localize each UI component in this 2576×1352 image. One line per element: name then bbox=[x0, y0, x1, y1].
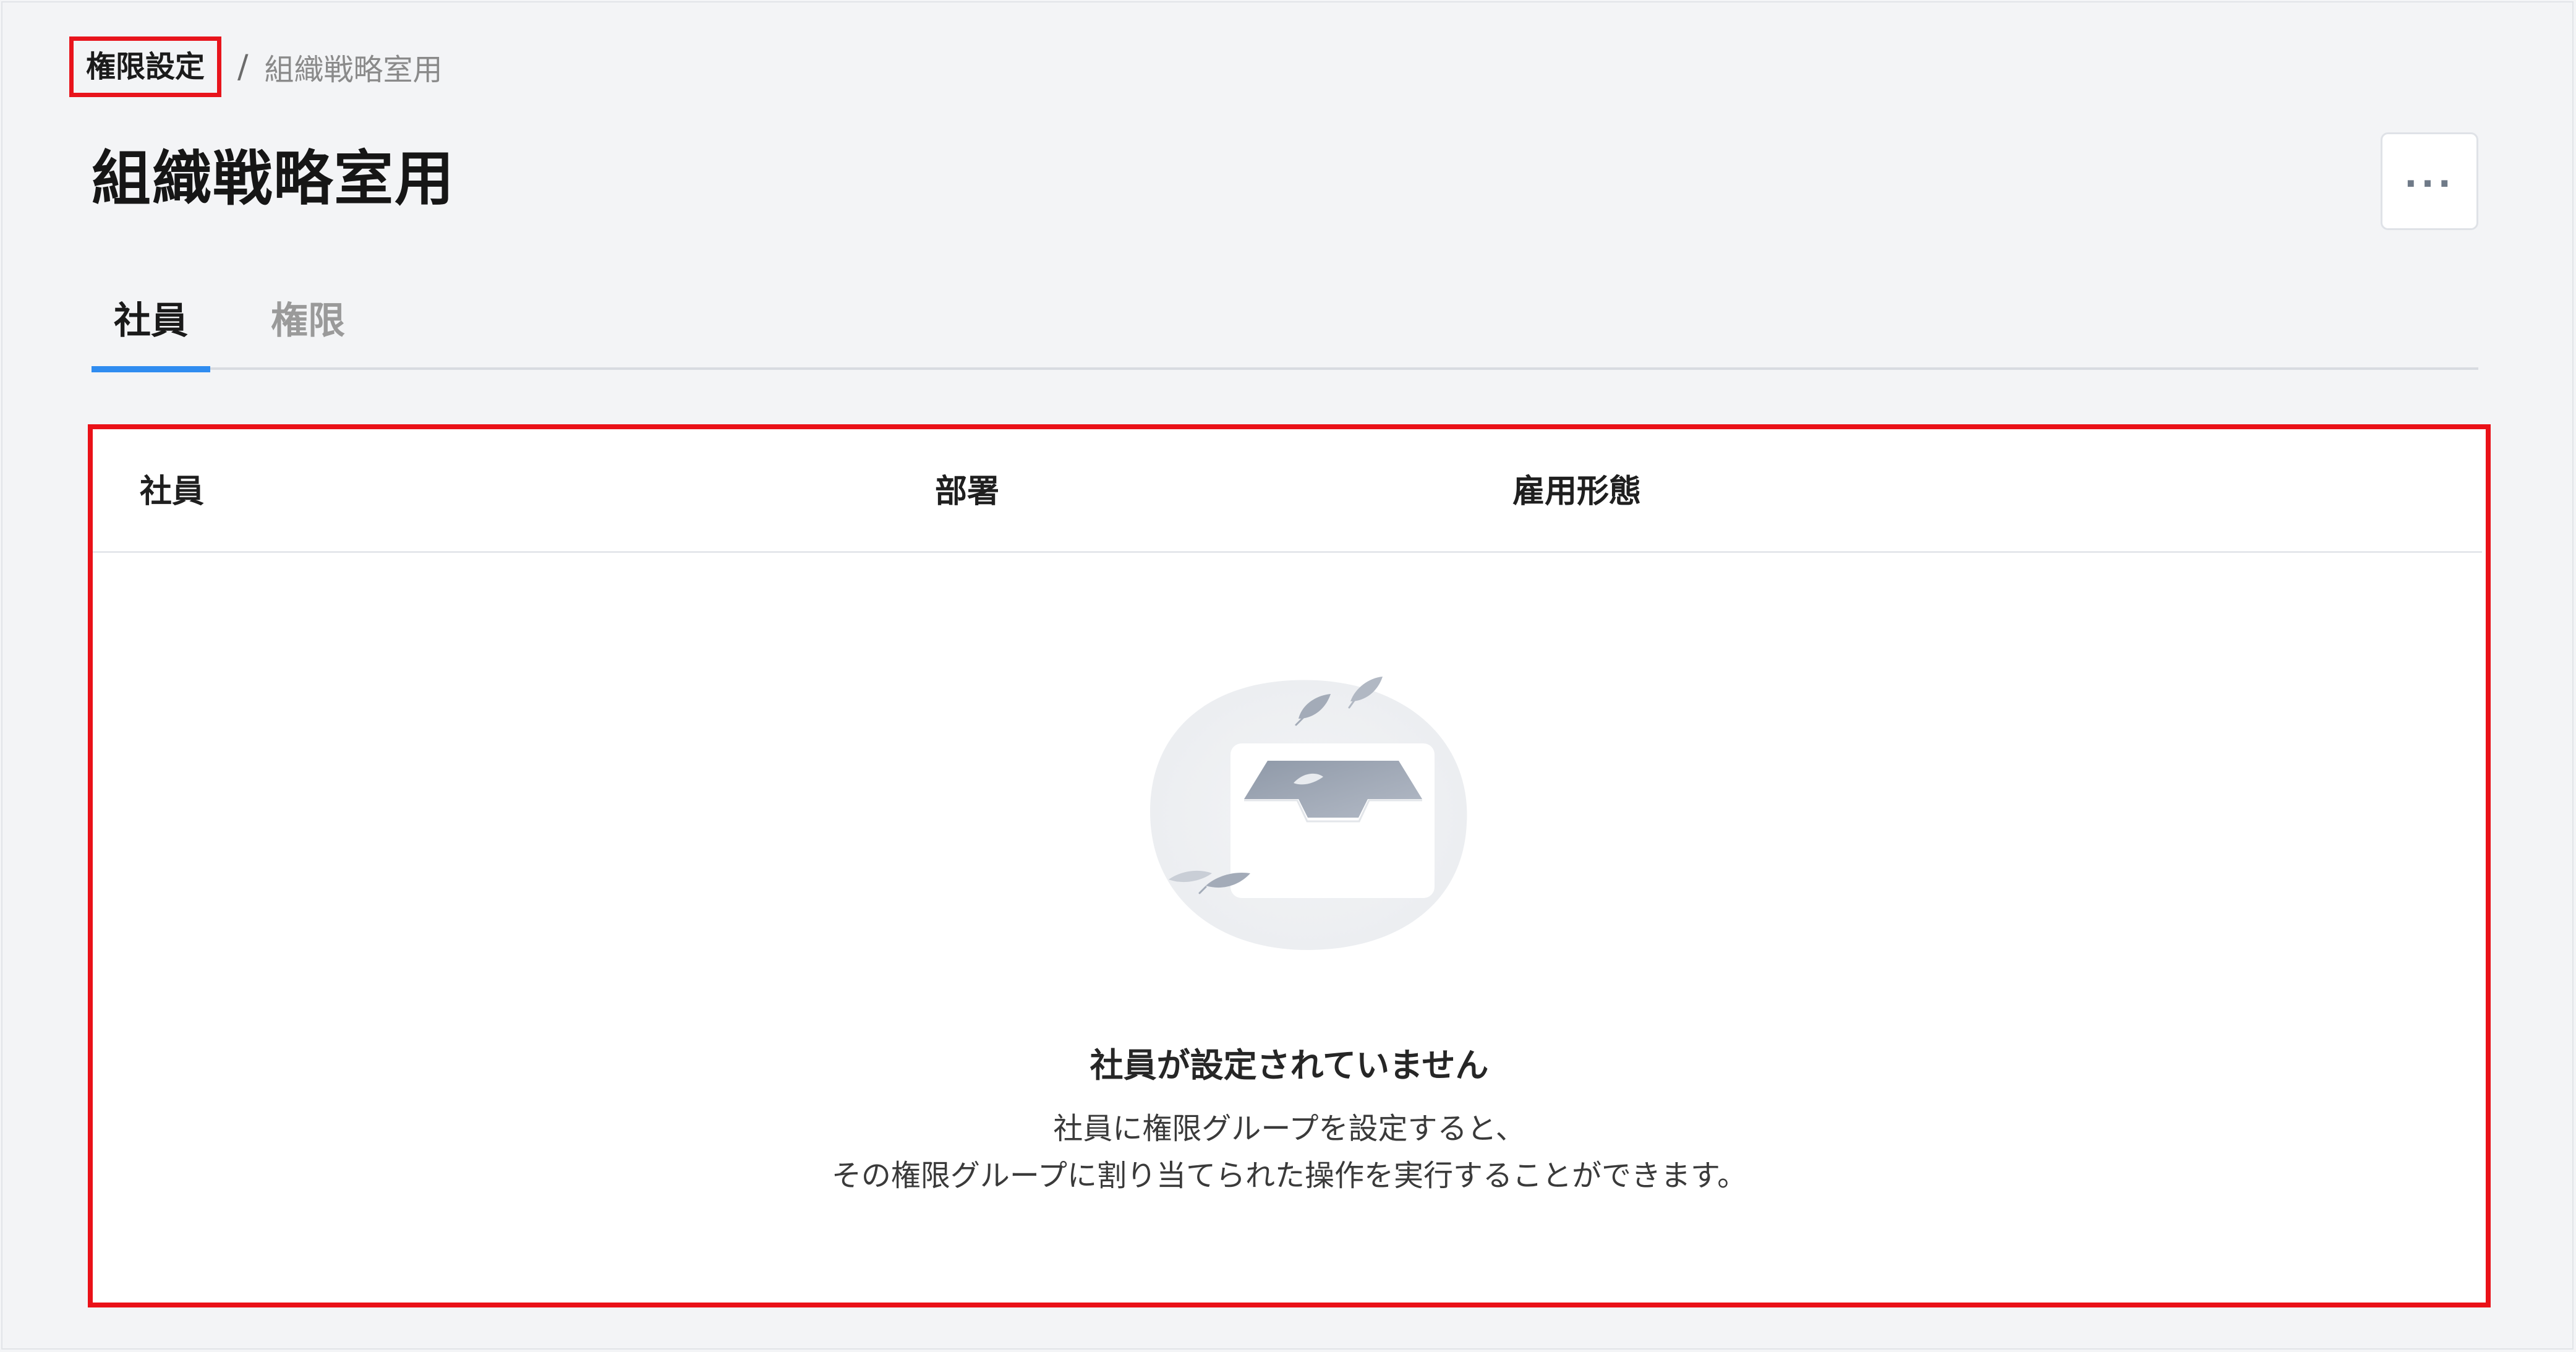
breadcrumb: 権限設定 / 組織戦略室用 bbox=[69, 30, 443, 104]
empty-state-description-line1: 社員に権限グループを設定すると、 bbox=[1053, 1111, 1525, 1146]
tab-employees[interactable]: 社員 bbox=[92, 297, 210, 372]
breadcrumb-separator: / bbox=[237, 48, 249, 85]
more-options-icon: ... bbox=[2404, 155, 2455, 195]
column-header-employment-type[interactable]: 雇用形態 bbox=[1512, 473, 1641, 511]
column-header-employee[interactable]: 社員 bbox=[140, 473, 204, 511]
breadcrumb-root-link[interactable]: 権限設定 bbox=[69, 36, 222, 97]
tab-bar: 社員 権限 bbox=[92, 275, 2478, 372]
page-title: 組織戦略室用 bbox=[92, 144, 455, 213]
more-options-button[interactable]: ... bbox=[2381, 132, 2478, 230]
empty-state-description-line2: その権限グループに割り当てられた操作を実行することができます。 bbox=[831, 1158, 1747, 1193]
page-frame: 権限設定 / 組織戦略室用 組織戦略室用 ... 社員 権限 社員 部署 雇用形… bbox=[1, 1, 2574, 1350]
breadcrumb-current: 組織戦略室用 bbox=[264, 53, 443, 87]
tab-permissions[interactable]: 権限 bbox=[271, 297, 345, 345]
empty-inbox-icon bbox=[1150, 677, 1467, 951]
column-header-department[interactable]: 部署 bbox=[935, 473, 999, 511]
empty-state-title: 社員が設定されていません bbox=[1090, 1046, 1489, 1085]
employee-table-panel: 社員 部署 雇用形態 社員が設定されていません 社員に権限グループを設定すると、… bbox=[88, 424, 2491, 1307]
table-header: 社員 部署 雇用形態 bbox=[93, 429, 2482, 553]
